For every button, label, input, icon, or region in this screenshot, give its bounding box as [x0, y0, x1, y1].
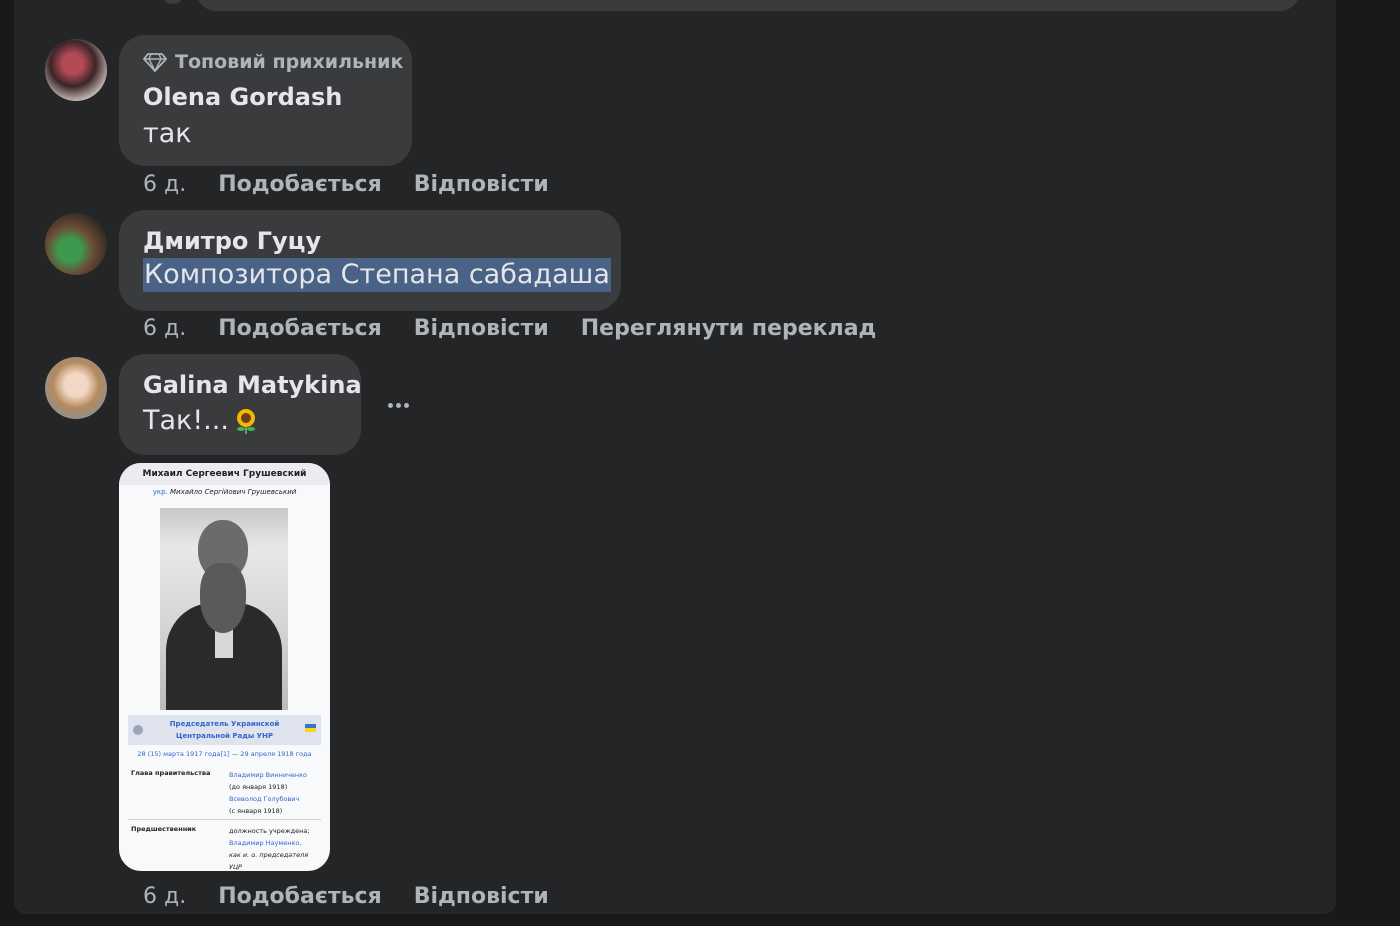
badge-label: Топовий прихильник [175, 51, 404, 73]
comment-text-selected: Композитора Степана сабадаша [143, 258, 611, 292]
like-button[interactable]: Подобається [218, 172, 382, 197]
comment-bubble: Дмитро Гуцу Композитора Степана сабадаша [119, 210, 621, 311]
like-button[interactable]: Подобається [218, 316, 382, 341]
comment-text: так [143, 118, 192, 149]
wiki-row-key: Глава правительства [131, 769, 211, 777]
wiki-dates: 28 (15) марта 1917 года[1] — 29 апреля 1… [137, 750, 312, 758]
wiki-note: как и. о. председателя УЦР [229, 851, 309, 871]
comment-text-content: Так!... [143, 405, 229, 436]
seal-icon [133, 725, 143, 735]
wiki-native-name: Михайло Сергійович Грушевський [169, 488, 297, 496]
comment-image-attachment[interactable]: Михаил Сергеевич Грушевский укр. Михайло… [119, 463, 330, 871]
reply-button[interactable]: Відповісти [414, 172, 549, 197]
wiki-link: Владимир Винниченко [229, 771, 308, 779]
wiki-role-text: Председатель Украинской Центральной Рады… [169, 720, 280, 740]
comment-author[interactable]: Olena Gordash [143, 83, 342, 111]
reply-button[interactable]: Відповісти [414, 884, 549, 909]
wiki-subtitle: укр. Михайло Сергійович Грушевський [119, 488, 330, 496]
comment-actions: 6 д. Подобається Відповісти Переглянути … [143, 316, 876, 341]
see-translation-button[interactable]: Переглянути переклад [581, 316, 877, 341]
wiki-note: должность учреждена; [229, 827, 310, 835]
avatar[interactable] [45, 213, 107, 275]
comment-author[interactable]: Дмитро Гуцу [143, 227, 321, 255]
wiki-role: Председатель Украинской Центральной Рады… [128, 715, 321, 745]
sunflower-emoji-icon [236, 408, 255, 434]
avatar[interactable] [45, 39, 107, 101]
wiki-note: (с января 1918) [229, 807, 283, 815]
top-fan-badge: Топовий прихильник [143, 51, 403, 73]
previous-comment-bubble [196, 0, 1300, 11]
like-button[interactable]: Подобається [218, 884, 382, 909]
ukraine-flag-icon [305, 724, 316, 732]
wiki-row-key: Предшественник [131, 825, 197, 833]
comment-actions: 6 д. Подобається Відповісти [143, 884, 549, 909]
comment-time[interactable]: 6 д. [143, 172, 186, 197]
comment-bubble: Galina Matykina Так!... [119, 354, 362, 455]
wiki-row-value: должность учреждена; Владимир Науменко, … [229, 825, 319, 871]
wiki-lang: укр. [152, 488, 168, 496]
portrait-photo [160, 508, 288, 710]
more-options-button[interactable] [380, 393, 416, 417]
wiki-row-value: Владимир Винниченко (до января 1918) Все… [229, 769, 319, 817]
dot-icon [403, 402, 409, 408]
comment-actions: 6 д. Подобається Відповісти [143, 172, 549, 197]
wiki-link: Всеволод Голубович [229, 795, 300, 803]
avatar[interactable] [45, 357, 107, 419]
wiki-note: (до января 1918) [229, 783, 288, 791]
comment-text: Так!... [143, 405, 259, 436]
diamond-icon [143, 53, 167, 72]
reply-button[interactable]: Відповісти [414, 316, 549, 341]
comment-time[interactable]: 6 д. [143, 884, 186, 909]
wiki-link: Владимир Науменко, [229, 839, 302, 847]
comment-bubble: Топовий прихильник Olena Gordash так [119, 35, 412, 166]
comment-time[interactable]: 6 д. [143, 316, 186, 341]
divider [128, 819, 321, 820]
dot-icon [387, 402, 393, 408]
dot-icon [395, 402, 401, 408]
comment-author[interactable]: Galina Matykina [143, 371, 362, 399]
wiki-title: Михаил Сергеевич Грушевский [119, 463, 330, 485]
